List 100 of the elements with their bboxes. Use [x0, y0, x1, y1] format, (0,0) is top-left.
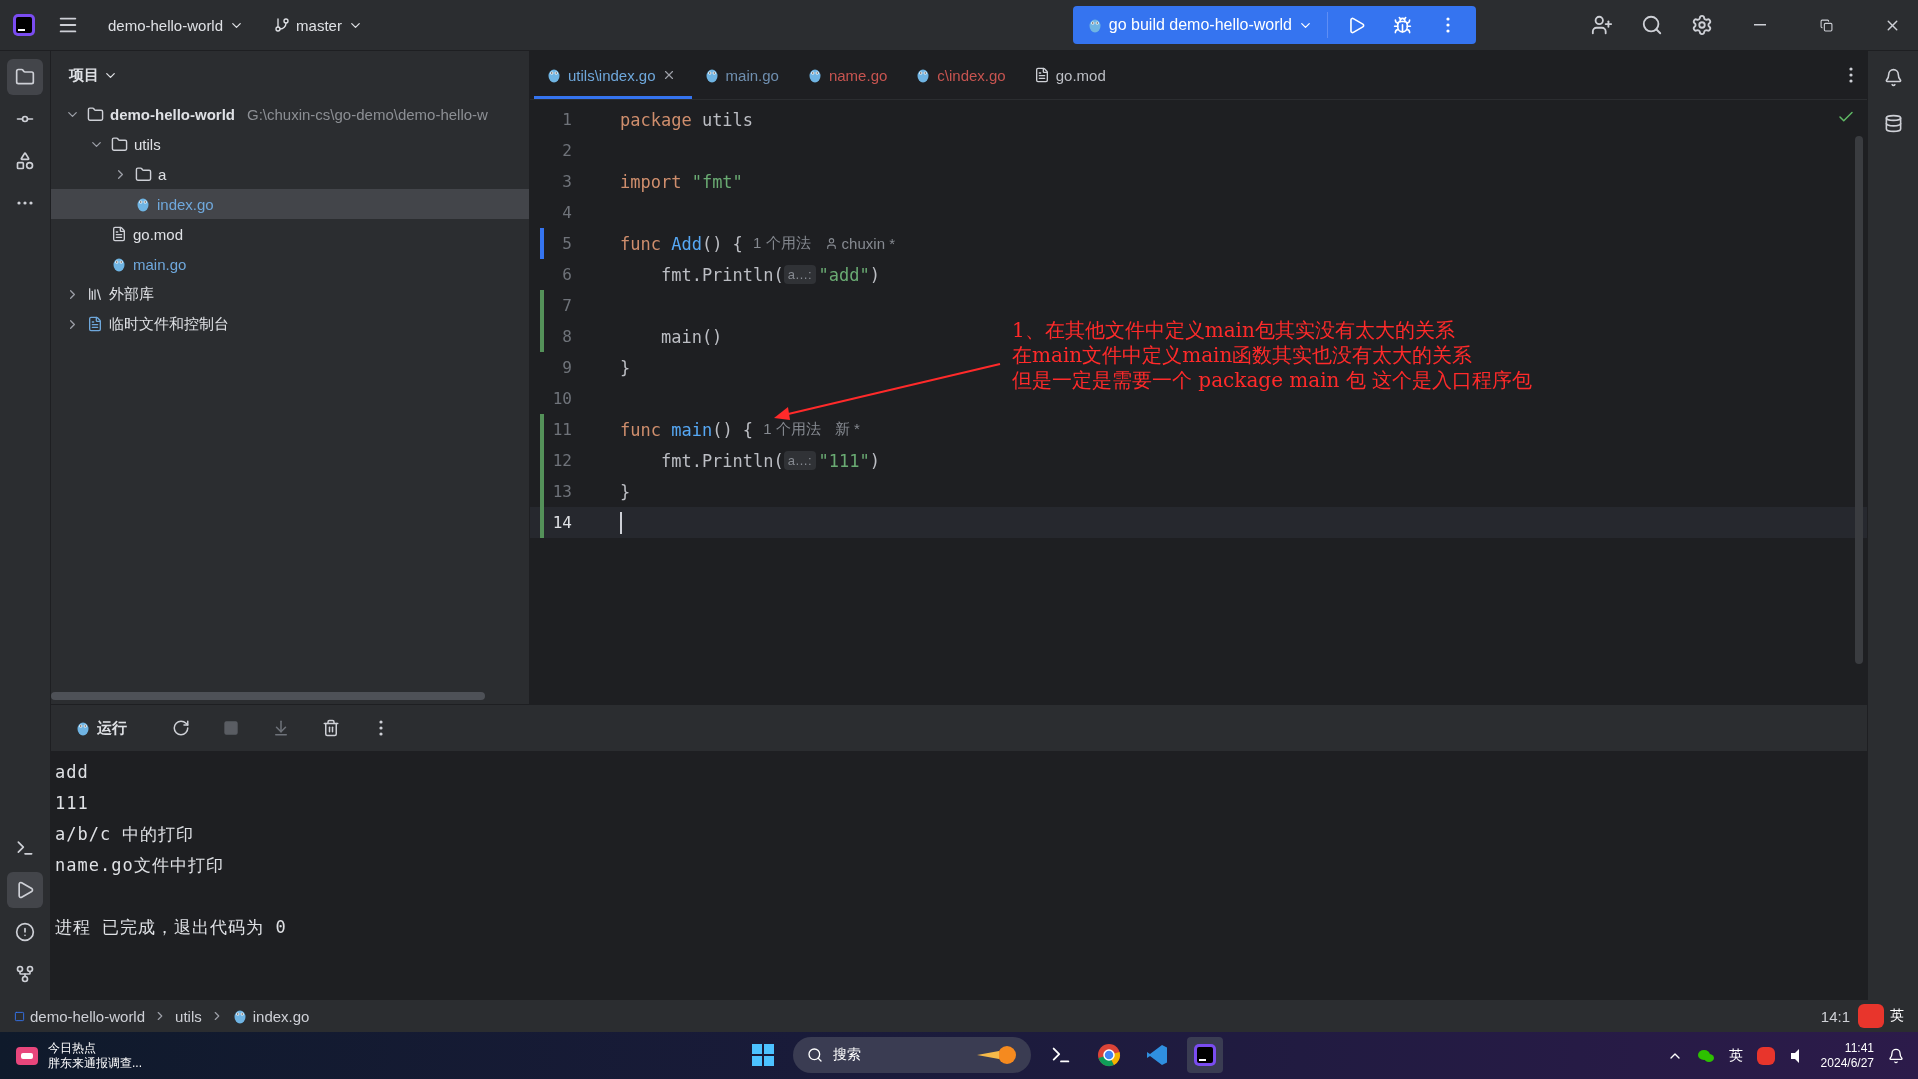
gopher-icon	[75, 720, 91, 736]
breadcrumb[interactable]: demo-hello-world	[14, 1007, 146, 1025]
file-lines-icon	[1033, 67, 1050, 83]
editor-tab[interactable]: main.go	[691, 51, 795, 99]
line-number: 12	[551, 451, 572, 470]
run-configuration-selector[interactable]: go build demo-hello-world	[1082, 16, 1317, 34]
input-method-icon[interactable]	[1756, 1046, 1775, 1065]
shapes-icon	[15, 151, 35, 171]
news-title[interactable]: 今日热点	[48, 1040, 142, 1056]
news-text[interactable]: 胖东来通报调查...	[48, 1055, 142, 1071]
branch-icon	[274, 17, 291, 33]
tree-item[interactable]: demo-hello-world G:\chuxin-cs\go-demo\demo-hello-w	[51, 99, 529, 129]
taskbar-search[interactable]: 搜索	[793, 1037, 1031, 1073]
text-cursor	[620, 511, 622, 534]
search-placeholder: 搜索	[833, 1046, 861, 1064]
code-token: }	[620, 481, 631, 502]
tree-item[interactable]: go.mod	[51, 219, 529, 249]
code-token: package	[620, 109, 693, 130]
scratch-file-icon	[87, 316, 103, 332]
bug-icon	[1392, 15, 1412, 35]
tree-item-label: main.go	[133, 255, 187, 273]
alert-icon	[15, 922, 35, 942]
code-token: Add	[671, 233, 702, 254]
annotation-text: 1、在其他文件中定义main包其实没有太大的关系	[1012, 318, 1456, 343]
run-tab[interactable]: 运行	[65, 714, 137, 742]
editor-tab[interactable]: go.mod	[1021, 51, 1122, 99]
gopher-icon	[546, 67, 562, 83]
code-token: () {	[701, 233, 744, 254]
run-tool-button[interactable]	[7, 872, 43, 908]
app-logo-icon	[12, 13, 36, 37]
minimize-icon	[1754, 24, 1766, 26]
scrollbar[interactable]	[1855, 136, 1863, 664]
news-icon[interactable]	[14, 1044, 40, 1067]
tree-item[interactable]: 临时文件和控制台	[51, 309, 529, 339]
line-number: 5	[561, 234, 572, 253]
notifications-icon[interactable]	[1888, 1047, 1904, 1064]
breadcrumb[interactable]: index.go	[231, 1007, 310, 1025]
tree-item[interactable]: a	[51, 159, 529, 189]
folder-icon	[135, 165, 152, 183]
annotation-text: 在main文件中定义main函数其实也没有太大的关系	[1012, 343, 1474, 368]
more-icon	[1446, 17, 1450, 33]
input-mode[interactable]: 英	[1890, 1007, 1904, 1025]
usage-hint[interactable]: 1 个用法	[763, 420, 821, 439]
code-token: fmt.Println(	[659, 450, 784, 471]
author-hint[interactable]: chuxin *	[824, 235, 895, 252]
database-icon	[1883, 113, 1903, 133]
tree-item[interactable]: main.go	[51, 249, 529, 279]
project-panel-title[interactable]: 项目	[51, 51, 136, 99]
code-token: "fmt"	[691, 171, 743, 192]
more-icon	[379, 720, 383, 736]
breadcrumb[interactable]: utils	[175, 1007, 202, 1025]
tree-item-label: 外部库	[109, 284, 154, 304]
line-number: 13	[551, 482, 572, 501]
cursor-position[interactable]: 14:1	[1820, 1007, 1850, 1025]
code-token: )	[869, 264, 881, 285]
branch-icon	[15, 964, 35, 984]
path-text: G:\chuxin-cs\go-demo\demo-hello-w	[247, 105, 488, 123]
search-icon	[807, 1047, 823, 1063]
ide-app-button[interactable]	[1187, 1037, 1223, 1073]
language-indicator[interactable]: 英	[1728, 1046, 1743, 1065]
project-tool-button[interactable]	[7, 59, 43, 95]
add-user-icon	[1591, 14, 1613, 36]
line-number: 9	[561, 358, 572, 377]
usage-hint[interactable]: 新 *	[834, 420, 860, 439]
editor-tab[interactable]: c\index.go	[903, 51, 1022, 99]
editor-tab[interactable]: utils\index.go	[534, 51, 692, 99]
tree-item-label: utils	[134, 135, 161, 153]
line-number: 2	[561, 141, 572, 160]
code-token: main	[671, 419, 713, 440]
usage-hint[interactable]: 1 个用法	[753, 234, 811, 253]
code-token: )	[869, 450, 881, 471]
line-number: 11	[551, 420, 572, 439]
editor-tab[interactable]: name.go	[794, 51, 904, 99]
app-logo-icon	[1193, 1043, 1217, 1067]
windows-logo-icon	[752, 1044, 774, 1066]
tree-item-label: demo-hello-world	[110, 105, 235, 123]
console-exit-message: 进程 已完成，退出代码为 0	[55, 916, 288, 939]
line-number: 7	[561, 296, 572, 315]
scrollbar[interactable]	[51, 692, 485, 700]
settings-icon	[1691, 14, 1713, 36]
code-token: "add"	[818, 264, 870, 285]
clock[interactable]: 11:41 2024/6/27	[1820, 1040, 1874, 1071]
line-number: 14	[551, 513, 572, 532]
code-token: func	[620, 419, 662, 440]
folder-icon	[111, 135, 128, 153]
scroll-to-end-icon	[272, 719, 290, 737]
line-number: 1	[561, 110, 572, 129]
console-output: a/b/c 中的打印	[55, 823, 196, 846]
tree-item[interactable]: index.go	[51, 189, 529, 219]
input-method-icon[interactable]	[1858, 1004, 1884, 1028]
tree-item[interactable]: utils	[51, 129, 529, 159]
project-selector[interactable]: demo-hello-world	[100, 10, 253, 40]
person-icon	[824, 237, 838, 250]
tree-item-label: a	[158, 165, 167, 183]
bell-icon	[1883, 67, 1903, 87]
branch-selector[interactable]: master	[266, 10, 371, 40]
module-icon	[14, 1010, 25, 1022]
rerun-icon	[172, 719, 190, 737]
code-token: () {	[712, 419, 755, 440]
tree-item[interactable]: 外部库	[51, 279, 529, 309]
